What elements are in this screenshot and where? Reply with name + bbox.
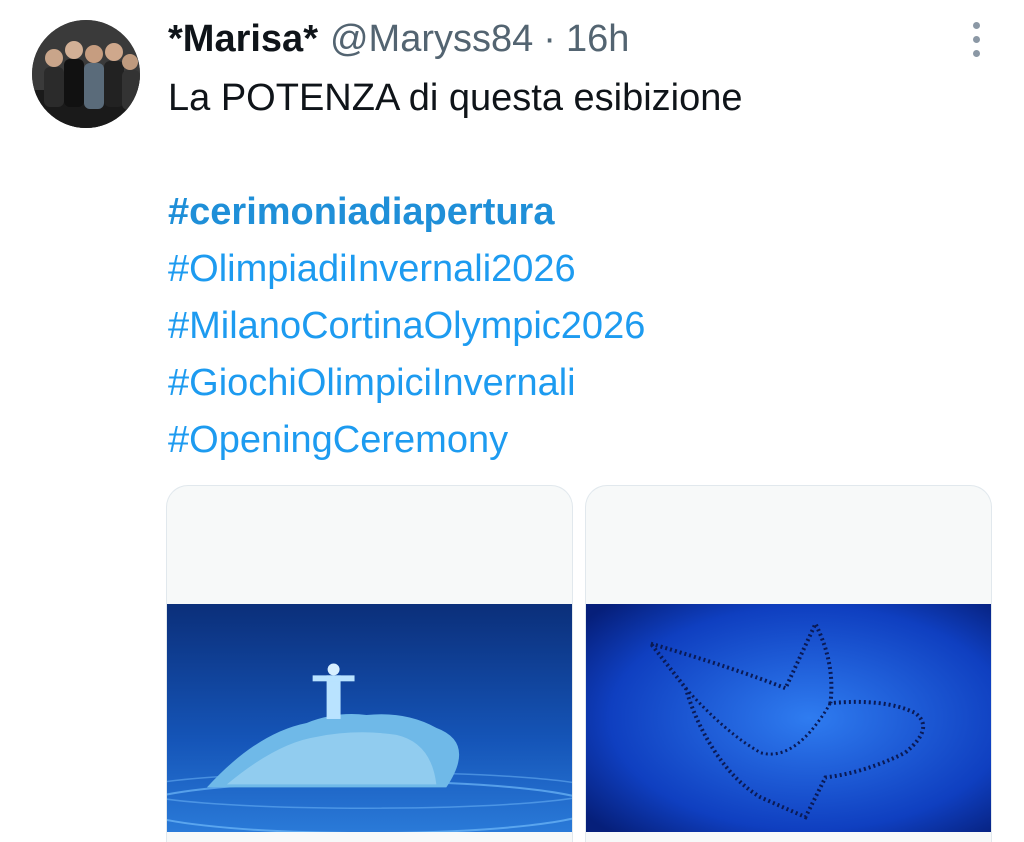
tweet-text-line: La POTENZA di questa esibizione — [168, 77, 743, 119]
avatar[interactable] — [32, 20, 140, 128]
media-grid — [166, 485, 992, 842]
author-name[interactable]: *Marisa* — [168, 18, 318, 61]
tweet-header: *Marisa* @Maryss84 · 16h — [168, 14, 629, 64]
ceremony-photo-performer[interactable] — [167, 604, 572, 832]
hashtag-link[interactable]: #cerimoniadiapertura — [168, 184, 988, 241]
tweet-card[interactable]: *Marisa* @Maryss84 · 16h La POTENZA di q… — [0, 0, 1024, 842]
hashtag-link[interactable]: #MilanoCortinaOlympic2026 — [168, 298, 988, 355]
tweet-text: La POTENZA di questa esibizione #cerimon… — [168, 70, 988, 469]
author-handle[interactable]: @Maryss84 — [330, 18, 533, 61]
more-vertical-icon[interactable] — [964, 22, 988, 62]
hashtag-link[interactable]: #OlimpiadiInvernali2026 — [168, 241, 988, 298]
ceremony-photo-dove[interactable] — [586, 604, 991, 832]
hashtag-link[interactable]: #OpeningCeremony — [168, 412, 988, 469]
media-item[interactable] — [585, 485, 992, 842]
media-item[interactable] — [166, 485, 573, 842]
timestamp[interactable]: 16h — [566, 18, 629, 61]
hashtag-link[interactable]: #GiochiOlimpiciInvernali — [168, 355, 988, 412]
separator-dot: · — [543, 17, 556, 60]
